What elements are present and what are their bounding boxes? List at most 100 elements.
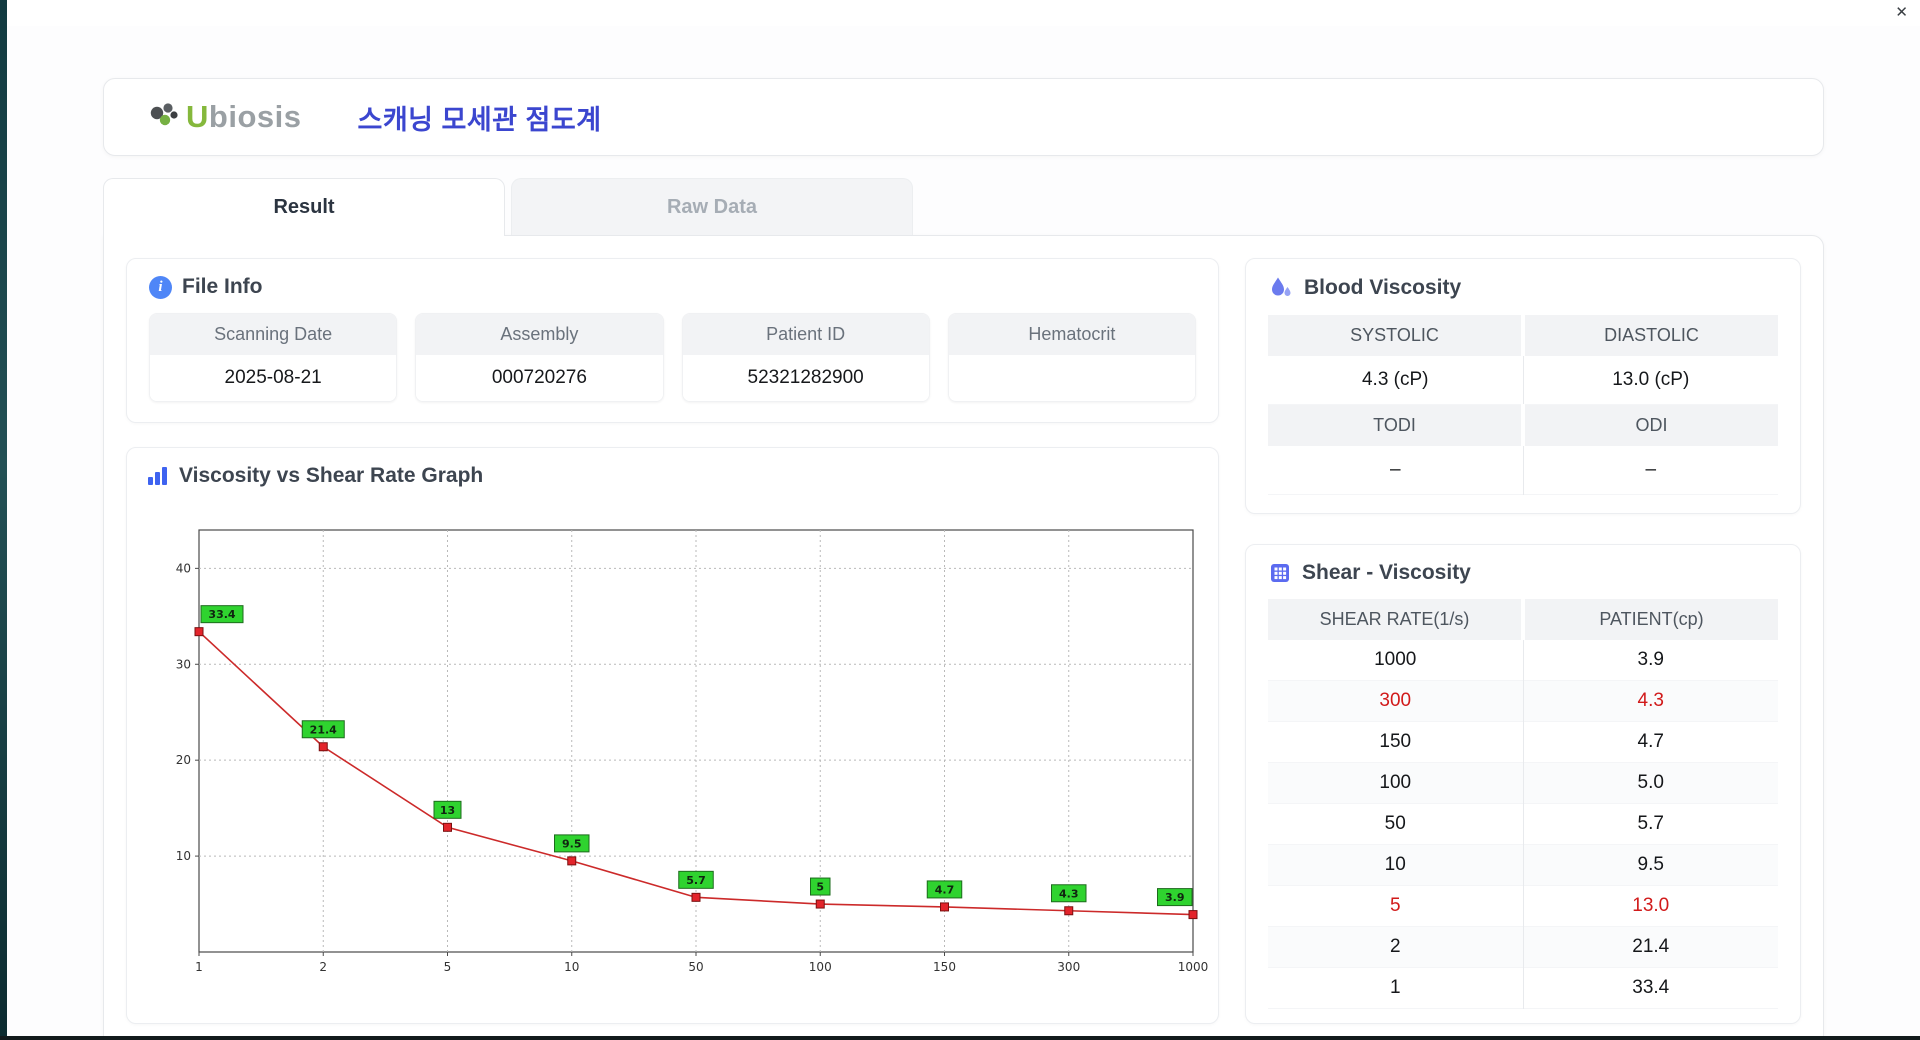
sv-patient-cell: 5.7 bbox=[1522, 803, 1778, 845]
sv-shear-cell: 150 bbox=[1379, 731, 1412, 752]
shear-viscosity-table: SHEAR RATE(1/s) PATIENT(cp) 1000 3.9 300 4.3 1… bbox=[1268, 599, 1778, 1009]
graph-header: Viscosity vs Shear Rate Graph bbox=[145, 464, 1200, 488]
sv-shear-cell: 1000 bbox=[1374, 649, 1417, 670]
file-info-field-patient-id: Patient ID 52321282900 bbox=[681, 313, 930, 402]
file-info-header: i File Info bbox=[149, 275, 1196, 299]
tab-raw-data[interactable]: Raw Data bbox=[511, 178, 913, 235]
table-row: 2 21.4 bbox=[1268, 926, 1778, 968]
field-value: 000720276 bbox=[416, 355, 663, 401]
bv-header-cell: SYSTOLIC bbox=[1268, 315, 1523, 356]
desktop-edge-left bbox=[0, 0, 7, 1040]
sv-shear-cell: 300 bbox=[1268, 680, 1523, 722]
svg-text:3.9: 3.9 bbox=[1165, 891, 1185, 904]
blood-viscosity-card: Blood Viscosity SYSTOLIC DIASTOLIC 4.3 (cP… bbox=[1245, 258, 1801, 514]
svg-text:10: 10 bbox=[176, 849, 191, 863]
file-info-field-hematocrit: Hematocrit bbox=[947, 313, 1196, 402]
grid-table-icon bbox=[1271, 564, 1289, 582]
bar-chart-icon bbox=[148, 467, 167, 485]
right-column: Blood Viscosity SYSTOLIC DIASTOLIC 4.3 (cP… bbox=[1245, 258, 1801, 1024]
tab-bar: Result Raw Data bbox=[103, 178, 1824, 237]
svg-text:50: 50 bbox=[688, 960, 703, 974]
table-row: 5 13.0 bbox=[1268, 885, 1778, 927]
sv-patient-cell: 5.0 bbox=[1522, 762, 1778, 804]
viscosity-chart-container: 10 20 30 40 1 2 5 10 50 100 150 300 1000 33.4 21.4 13 9.… bbox=[145, 502, 1208, 993]
bv-value-cell: 13.0 (cP) bbox=[1522, 356, 1778, 405]
sv-patient-cell: 4.7 bbox=[1522, 721, 1778, 763]
logo-text: Ubiosis bbox=[186, 99, 302, 134]
sv-shear-cell: 5 bbox=[1389, 895, 1401, 916]
table-row: 1 33.4 bbox=[1268, 967, 1778, 1009]
bv-value-cell: 4.3 (cP) bbox=[1268, 356, 1523, 405]
desktop-edge-bottom bbox=[0, 1036, 1920, 1040]
svg-text:1: 1 bbox=[195, 960, 203, 974]
left-column: i File Info Scanning Date 2025-08-21 Assem… bbox=[126, 258, 1219, 1024]
svg-text:10: 10 bbox=[564, 960, 579, 974]
blood-viscosity-header: Blood Viscosity bbox=[1268, 275, 1778, 301]
viscosity-chart: 10 20 30 40 1 2 5 10 50 100 150 300 1000 33.4 21.4 13 9.… bbox=[176, 529, 1209, 974]
window-titlebar: ✕ bbox=[7, 0, 1920, 26]
field-label: Hematocrit bbox=[948, 314, 1195, 355]
table-row: 100 5.0 bbox=[1268, 762, 1778, 804]
bv-value-cell: – bbox=[1522, 446, 1778, 495]
sv-header-row: SHEAR RATE(1/s) PATIENT(cp) bbox=[1268, 599, 1778, 640]
sv-shear-cell: 50 bbox=[1384, 813, 1406, 834]
logo-dots-icon bbox=[150, 103, 178, 126]
file-info-title: File Info bbox=[182, 275, 263, 298]
svg-text:9.5: 9.5 bbox=[562, 837, 582, 850]
file-info-fields: Scanning Date 2025-08-21 Assembly 000720276… bbox=[149, 313, 1196, 402]
svg-text:1000: 1000 bbox=[1178, 960, 1209, 974]
field-label: Patient ID bbox=[682, 314, 929, 355]
droplet-icon bbox=[1272, 277, 1291, 296]
svg-text:4.7: 4.7 bbox=[935, 883, 955, 896]
close-icon[interactable]: ✕ bbox=[1895, 3, 1908, 23]
file-info-field-scanning-date: Scanning Date 2025-08-21 bbox=[149, 313, 398, 402]
table-row: 1000 3.9 bbox=[1268, 640, 1778, 681]
sv-patient-cell: 13.0 bbox=[1522, 885, 1778, 927]
blood-viscosity-table: SYSTOLIC DIASTOLIC 4.3 (cP) 13.0 (cP) TODI OD… bbox=[1268, 315, 1778, 495]
svg-text:5: 5 bbox=[444, 960, 452, 974]
field-label: Scanning Date bbox=[150, 314, 397, 355]
file-info-card: i File Info Scanning Date 2025-08-21 Assem… bbox=[126, 258, 1219, 423]
svg-text:300: 300 bbox=[1057, 960, 1080, 974]
svg-text:20: 20 bbox=[176, 753, 191, 767]
bv-value-row: 4.3 (cP) 13.0 (cP) bbox=[1268, 356, 1778, 405]
svg-text:5.7: 5.7 bbox=[686, 874, 706, 887]
svg-text:2: 2 bbox=[319, 960, 327, 974]
bv-header-cell: ODI bbox=[1521, 404, 1778, 446]
sv-shear-cell: 1 bbox=[1389, 977, 1401, 998]
svg-text:5: 5 bbox=[816, 881, 824, 894]
svg-text:100: 100 bbox=[809, 960, 832, 974]
sv-shear-cell: 10 bbox=[1268, 844, 1523, 886]
shear-viscosity-card: Shear - Viscosity SHEAR RATE(1/s) PATIENT… bbox=[1245, 544, 1801, 1024]
svg-text:21.4: 21.4 bbox=[310, 723, 337, 736]
svg-text:13: 13 bbox=[440, 804, 455, 817]
info-icon: i bbox=[149, 275, 172, 299]
graph-title: Viscosity vs Shear Rate Graph bbox=[179, 464, 484, 487]
sv-shear-cell: 2 bbox=[1268, 926, 1523, 968]
bv-header-cell: DIASTOLIC bbox=[1521, 315, 1778, 356]
page-title: 스캐닝 모세관 점도계 bbox=[357, 104, 602, 135]
svg-text:150: 150 bbox=[933, 960, 956, 974]
bv-header-cell: TODI bbox=[1268, 404, 1523, 446]
svg-text:4.3: 4.3 bbox=[1059, 887, 1079, 900]
sv-patient-cell: 3.9 bbox=[1522, 640, 1778, 681]
sv-patient-cell: 21.4 bbox=[1522, 926, 1778, 968]
svg-text:40: 40 bbox=[176, 561, 191, 575]
table-row: 150 4.7 bbox=[1268, 721, 1778, 763]
svg-text:30: 30 bbox=[176, 657, 191, 671]
sv-patient-cell: 9.5 bbox=[1522, 844, 1778, 886]
bv-value-cell: – bbox=[1268, 446, 1523, 495]
field-value bbox=[948, 355, 1195, 400]
blood-viscosity-title: Blood Viscosity bbox=[1304, 276, 1462, 299]
sv-patient-cell: 33.4 bbox=[1522, 967, 1778, 1009]
ubiosis-logo: Ubiosis bbox=[146, 99, 301, 135]
tab-result[interactable]: Result bbox=[103, 178, 505, 237]
app-content: Ubiosis 스캐닝 모세관 점도계 Result Raw Data i Fi… bbox=[7, 26, 1920, 1040]
table-row: 50 5.7 bbox=[1268, 803, 1778, 845]
table-row: 10 9.5 bbox=[1268, 844, 1778, 886]
result-panel: i File Info Scanning Date 2025-08-21 Assem… bbox=[103, 235, 1824, 1040]
svg-text:33.4: 33.4 bbox=[208, 608, 235, 621]
bv-header-row: SYSTOLIC DIASTOLIC bbox=[1268, 315, 1778, 356]
sv-patient-cell: 4.3 bbox=[1522, 680, 1778, 722]
shear-viscosity-title: Shear - Viscosity bbox=[1302, 561, 1471, 584]
